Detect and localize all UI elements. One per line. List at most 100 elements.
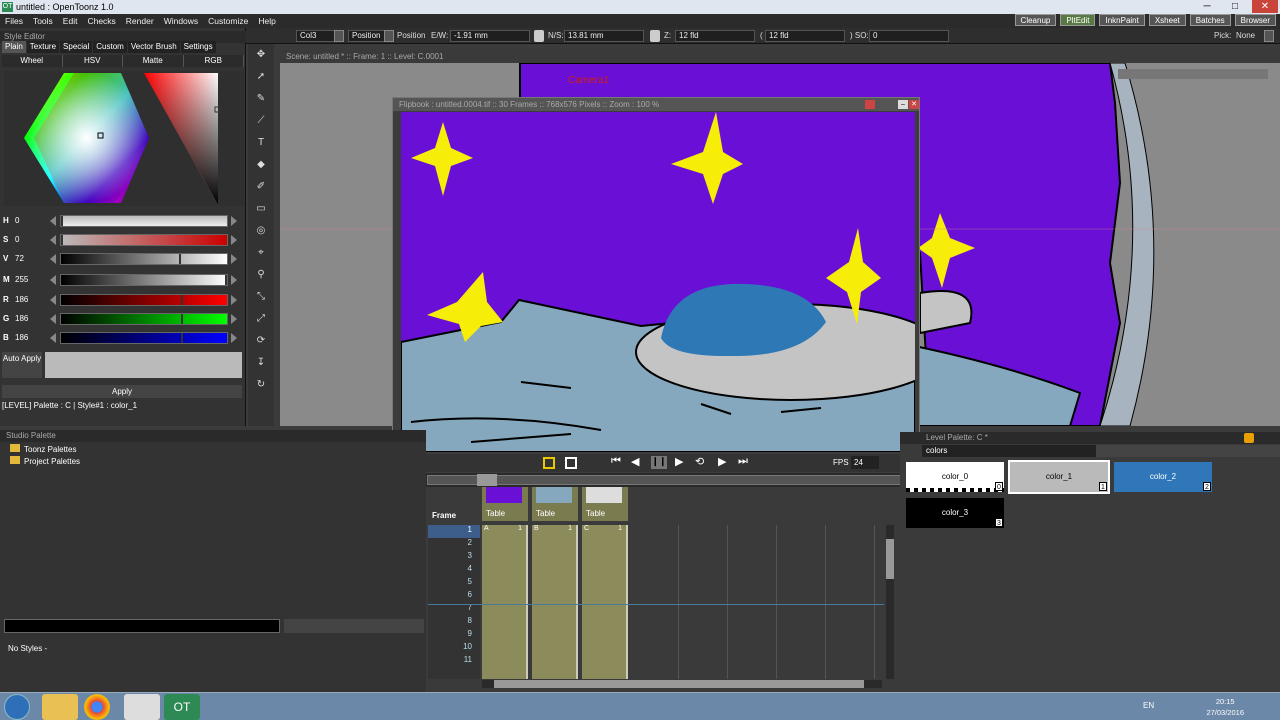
s-slider-handle[interactable] (61, 235, 63, 245)
control-point-editor-icon[interactable]: ⤡ (253, 290, 269, 304)
menu-checks[interactable]: Checks (82, 16, 120, 26)
room-cleanup[interactable]: Cleanup (1014, 14, 1057, 26)
column-header-b[interactable]: Table (532, 487, 578, 521)
vertical-scrollbar[interactable] (886, 525, 894, 679)
row-number[interactable]: 4 (428, 564, 480, 577)
row-number[interactable]: 3 (428, 551, 480, 564)
maximize-button[interactable]: □ (1222, 0, 1248, 13)
last-frame-icon[interactable]: ⏭ (738, 455, 748, 468)
chevron-down-icon[interactable] (334, 30, 344, 42)
tab-custom[interactable]: Custom (93, 41, 127, 53)
video-app-icon[interactable] (124, 694, 160, 720)
arrow-left-icon[interactable] (50, 275, 56, 285)
menu-edit[interactable]: Edit (58, 16, 83, 26)
eraser-tool-icon[interactable]: ▭ (253, 202, 269, 216)
row-number[interactable]: 5 (428, 577, 480, 590)
pump-tool-icon[interactable]: ⟳ (253, 334, 269, 348)
loop-icon[interactable]: ⟲ (695, 455, 704, 468)
arrow-left-icon[interactable] (50, 295, 56, 305)
geometric-tool-icon[interactable]: ⟋ (253, 114, 269, 128)
menu-windows[interactable]: Windows (159, 16, 203, 26)
arrow-right-icon[interactable] (231, 314, 237, 324)
column-header-c[interactable]: Table (582, 487, 628, 521)
row-number[interactable]: 8 (428, 616, 480, 629)
frame-slider-handle[interactable] (477, 474, 497, 486)
rotate-tool-icon[interactable]: ↻ (253, 378, 269, 392)
room-xsheet[interactable]: Xsheet (1148, 14, 1186, 26)
lock-icon[interactable] (534, 30, 544, 42)
room-batches[interactable]: Batches (1189, 14, 1231, 26)
row-number[interactable]: 10 (428, 642, 480, 655)
tree-item-toonz-palettes[interactable]: Toonz Palettes (10, 444, 76, 454)
m-slider[interactable] (60, 274, 228, 286)
xsheet[interactable]: Frame Table Table Table 1 2 3 4 5 6 7 8 … (428, 487, 898, 692)
b-slider-handle[interactable] (181, 333, 183, 343)
page-tab-colors[interactable]: colors (922, 445, 1096, 457)
arrow-right-icon[interactable] (231, 333, 237, 343)
b-slider[interactable] (60, 332, 228, 344)
white-bg-icon[interactable] (565, 457, 577, 469)
opentoonz-taskbar-icon[interactable]: OT (164, 694, 200, 720)
arrow-right-icon[interactable] (231, 216, 237, 226)
horizontal-scrollbar[interactable] (482, 680, 882, 688)
tree-item-project-palettes[interactable]: Project Palettes (10, 456, 80, 466)
tab-special[interactable]: Special (60, 41, 93, 53)
menu-help[interactable]: Help (253, 16, 280, 26)
room-pltedit[interactable]: PltEdit (1060, 14, 1096, 26)
arrow-left-icon[interactable] (50, 314, 56, 324)
windows-start-icon[interactable] (4, 694, 30, 720)
style-chip-color-3[interactable]: color_3 3 (906, 498, 1004, 528)
channel-v-value[interactable]: 72 (15, 254, 45, 263)
fps-field[interactable]: 24 (851, 456, 879, 469)
subtab-rgb[interactable]: RGB (183, 55, 244, 67)
style-chip-color-2[interactable]: color_2 2 (1114, 462, 1212, 492)
z2-field[interactable]: 12 fld (765, 30, 845, 42)
rgb-picker-icon[interactable]: ⚲ (253, 268, 269, 282)
so-field[interactable]: 0 (869, 30, 949, 42)
play-icon[interactable]: ▶ (675, 455, 683, 468)
room-browser[interactable]: Browser (1234, 14, 1276, 26)
arrow-left-icon[interactable] (50, 254, 56, 264)
arrow-right-icon[interactable] (231, 275, 237, 285)
language-indicator[interactable]: EN (1143, 701, 1154, 710)
apply-button[interactable]: Apply (2, 385, 242, 398)
auto-apply-toggle[interactable]: Auto Apply (2, 352, 42, 378)
chevron-down-icon[interactable] (384, 30, 394, 42)
arrow-left-icon[interactable] (50, 216, 56, 226)
menu-files[interactable]: Files (0, 16, 28, 26)
style-picker-icon[interactable]: ⌖ (253, 246, 269, 260)
arrow-left-icon[interactable] (50, 235, 56, 245)
animate-tool-icon[interactable]: ✥ (253, 48, 269, 62)
tab-vector-brush[interactable]: Vector Brush (127, 41, 180, 53)
s-slider[interactable] (60, 234, 228, 246)
system-clock[interactable]: 20:15 27/03/2016 (1206, 696, 1244, 718)
prev-frame-icon[interactable]: ◀ (631, 455, 639, 468)
selection-tool-icon[interactable]: ➚ (253, 70, 269, 84)
channel-g-value[interactable]: 186 (15, 314, 45, 323)
flipbook-icon[interactable] (865, 100, 875, 109)
tab-settings[interactable]: Settings (180, 41, 216, 53)
tab-texture[interactable]: Texture (26, 41, 60, 53)
style-chip-color-1[interactable]: color_1 1 (1008, 460, 1110, 494)
arrow-right-icon[interactable] (231, 254, 237, 264)
channel-r-value[interactable]: 186 (15, 295, 45, 304)
color-wheel[interactable] (4, 71, 244, 206)
channel-b-value[interactable]: 186 (15, 333, 45, 342)
arrow-right-icon[interactable] (231, 235, 237, 245)
flipbook-window[interactable]: Flipbook : untitled.0004.tif :: 30 Frame… (392, 97, 920, 487)
channel-m-value[interactable]: 255 (15, 275, 45, 284)
g-slider[interactable] (60, 313, 228, 325)
cell-column-a[interactable]: A 1 (482, 525, 528, 679)
subtab-wheel[interactable]: Wheel (2, 55, 63, 67)
paint-brush-tool-icon[interactable]: ✐ (253, 180, 269, 194)
channel-h-value[interactable]: 0 (15, 216, 45, 225)
frame-slider[interactable] (427, 475, 915, 485)
z-field[interactable]: 12 fld (675, 30, 755, 42)
v-slider[interactable] (60, 253, 228, 265)
lock-icon[interactable] (650, 30, 660, 42)
lock-icon[interactable] (1244, 433, 1254, 443)
menu-render[interactable]: Render (121, 16, 159, 26)
close-icon[interactable]: ✕ (909, 100, 919, 109)
arrow-left-icon[interactable] (50, 333, 56, 343)
camera-stand-icon[interactable] (543, 457, 555, 469)
